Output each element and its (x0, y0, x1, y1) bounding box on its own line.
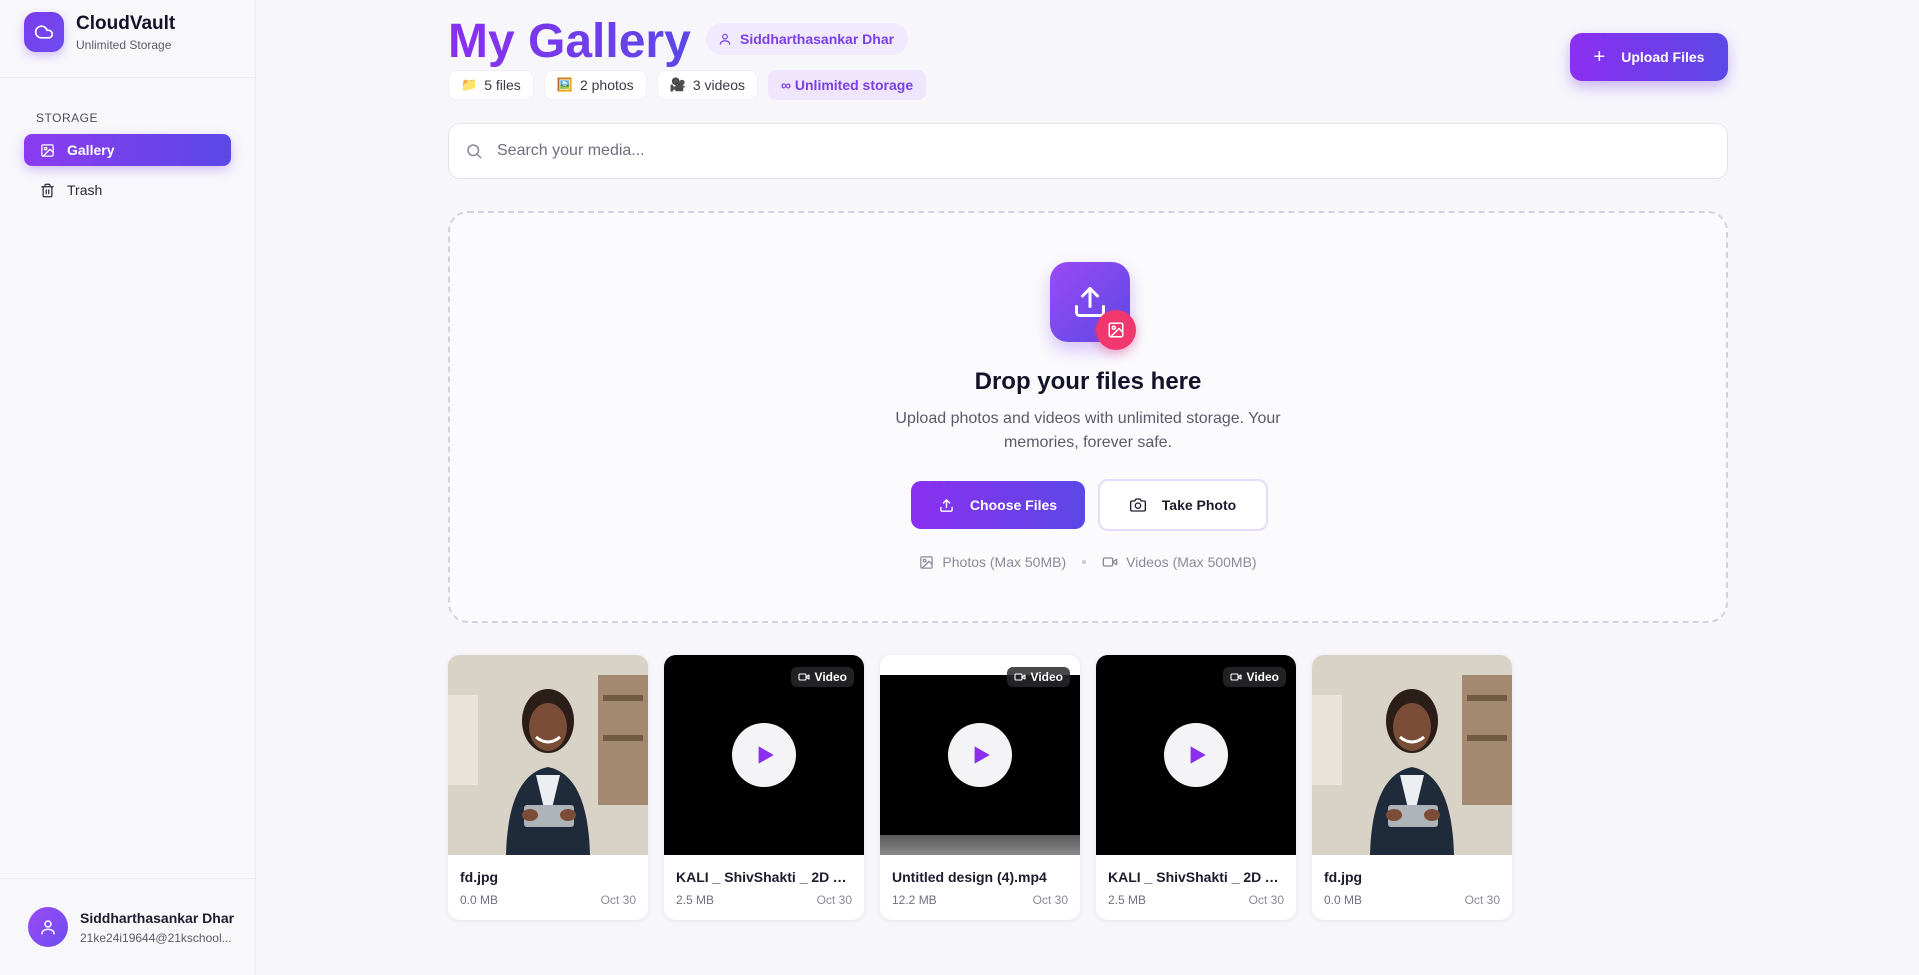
brand[interactable]: CloudVault Unlimited Storage (24, 12, 175, 52)
file-size: 2.5 MB (676, 893, 715, 907)
file-size: 0.0 MB (1324, 893, 1363, 907)
sidebar-item-label: Gallery (67, 142, 115, 158)
file-date: Oct 30 (1464, 893, 1500, 907)
play-button[interactable] (948, 723, 1012, 787)
drop-zone[interactable]: Drop your files here Upload photos and v… (448, 211, 1728, 623)
media-card-video[interactable]: Video Untitled design (4).mp4 12.2 MB Oc… (880, 655, 1080, 920)
file-date: Oct 30 (1248, 893, 1284, 907)
file-name: KALI _ ShivShakti _ 2D Ani... (1108, 869, 1286, 885)
media-card-video[interactable]: Video KALI _ ShivShakti _ 2D Ani... 2.5 … (664, 655, 864, 920)
camera-icon (1129, 498, 1146, 512)
video-badge-label: Video (1246, 670, 1279, 684)
play-icon (974, 746, 990, 764)
upload-icon (940, 498, 953, 512)
sidebar-item-trash[interactable]: Trash (24, 174, 231, 206)
take-photo-label: Take Photo (1161, 497, 1237, 513)
upload-limits: Photos (Max 50MB) Videos (Max 500MB) (450, 554, 1726, 570)
play-button[interactable] (732, 723, 796, 787)
play-icon (1190, 746, 1206, 764)
file-date: Oct 30 (1032, 893, 1068, 907)
page-title: My Gallery (448, 10, 691, 74)
sidebar: CloudVault Unlimited Storage STORAGE Gal… (0, 0, 256, 975)
media-card-photo[interactable]: fd.jpg 0.0 MB Oct 30 (448, 655, 648, 920)
owner-chip: Siddharthasankar Dhar (706, 23, 909, 55)
photos-limit: Photos (Max 50MB) (919, 554, 1066, 570)
file-size: 2.5 MB (1108, 893, 1147, 907)
stat-videos: 🎥 3 videos (656, 70, 759, 100)
file-size: 0.0 MB (460, 893, 499, 907)
divider (0, 77, 256, 78)
stat-label: 2 photos (579, 77, 634, 93)
user-email: 21ke24i19644@21kschool... (80, 931, 232, 945)
videos-limit-label: Videos (Max 500MB) (1126, 554, 1257, 570)
video-thumbnail: Video (1096, 655, 1296, 855)
file-name: Untitled design (4).mp4 (892, 869, 1047, 885)
video-thumbnail: Video (664, 655, 864, 855)
stats-bar: 📁 5 files 🖼️ 2 photos 🎥 3 videos ∞ Unlim… (448, 70, 927, 100)
sidebar-item-gallery[interactable]: Gallery (24, 134, 231, 166)
stat-photos: 🖼️ 2 photos (543, 70, 647, 100)
video-icon (1013, 673, 1026, 681)
video-badge: Video (1006, 667, 1070, 687)
sidebar-item-label: Trash (67, 182, 103, 198)
plus-icon: + (1593, 45, 1606, 68)
file-name: fd.jpg (1324, 869, 1363, 885)
video-frame-bottom (880, 835, 1080, 855)
file-name: KALI _ ShivShakti _ 2D Ani... (676, 869, 854, 885)
video-badge: Video (1222, 667, 1286, 687)
stat-storage: ∞ Unlimited storage (768, 70, 927, 100)
video-icon (1102, 557, 1118, 567)
videos-limit: Videos (Max 500MB) (1102, 554, 1257, 570)
file-date: Oct 30 (600, 893, 636, 907)
folder-icon: 📁 (461, 77, 478, 92)
image-icon (41, 143, 54, 157)
search-bar[interactable] (448, 123, 1728, 179)
cloud-icon (24, 12, 64, 52)
image-icon (920, 555, 934, 569)
brand-name: CloudVault (76, 12, 176, 34)
file-name: fd.jpg (460, 869, 499, 885)
trash-icon (41, 183, 54, 197)
owner-name: Siddharthasankar Dhar (740, 31, 895, 47)
section-label-storage: STORAGE (36, 111, 98, 125)
image-badge-icon (1096, 310, 1136, 350)
drop-zone-description: Upload photos and videos with unlimited … (895, 410, 1281, 451)
play-icon (758, 746, 774, 764)
choose-files-label: Choose Files (969, 497, 1058, 513)
user-icon (41, 920, 55, 935)
video-icon (797, 673, 810, 681)
video-badge-label: Video (814, 670, 847, 684)
video-badge-label: Video (1030, 670, 1063, 684)
play-button[interactable] (1164, 723, 1228, 787)
search-icon (467, 144, 482, 159)
choose-files-button[interactable]: Choose Files (911, 481, 1085, 529)
drop-zone-title: Drop your files here (974, 368, 1202, 395)
photos-limit-label: Photos (Max 50MB) (942, 554, 1067, 570)
stat-files: 📁 5 files (448, 70, 534, 100)
file-size: 12.2 MB (892, 893, 937, 907)
video-thumbnail: Video (880, 655, 1080, 855)
stat-label: ∞ Unlimited storage (781, 77, 914, 93)
search-input[interactable] (497, 142, 1697, 160)
avatar[interactable] (28, 907, 68, 947)
video-camera-icon: 🎥 (669, 77, 686, 92)
stat-label: 3 videos (692, 77, 746, 93)
photo-thumbnail (448, 655, 648, 855)
user-name: Siddharthasankar Dhar (80, 910, 235, 926)
separator-dot (1082, 560, 1087, 564)
picture-icon: 🖼️ (556, 77, 573, 92)
media-card-photo[interactable]: fd.jpg 0.0 MB Oct 30 (1312, 655, 1512, 920)
media-card-video[interactable]: Video KALI _ ShivShakti _ 2D Ani... 2.5 … (1096, 655, 1296, 920)
upload-files-label: Upload Files (1621, 49, 1705, 65)
photo-thumbnail (1312, 655, 1512, 855)
upload-files-button[interactable]: + Upload Files (1570, 33, 1728, 81)
brand-subtitle: Unlimited Storage (76, 37, 172, 52)
file-date: Oct 30 (816, 893, 852, 907)
video-badge: Video (790, 667, 854, 687)
user-icon (719, 33, 731, 45)
stat-label: 5 files (484, 77, 521, 93)
divider (0, 878, 256, 879)
take-photo-button[interactable]: Take Photo (1098, 479, 1268, 531)
video-icon (1229, 673, 1242, 681)
